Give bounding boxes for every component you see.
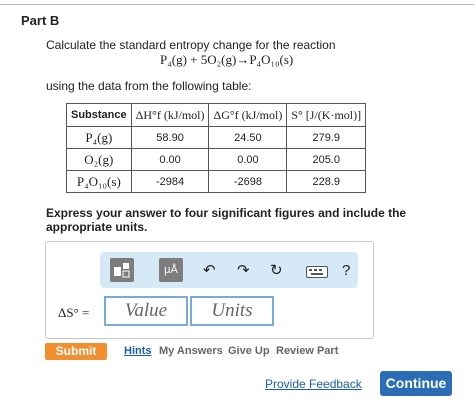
- gibbs-cell: -2698: [208, 170, 288, 193]
- gibbs-cell: 0.00: [208, 148, 288, 171]
- hints-link[interactable]: Hints: [124, 345, 152, 357]
- table-row: O₂(g) 0.00 0.00 205.0: [66, 148, 367, 171]
- column-header: ΔH°f (kJ/mol): [130, 103, 210, 127]
- units-label: μÅ: [164, 264, 178, 276]
- provide-feedback-link[interactable]: Provide Feedback: [265, 377, 362, 391]
- substance-cell: P₄O₁₀(s): [66, 170, 132, 193]
- answer-instructions: Express your answer to four significant …: [46, 206, 407, 234]
- part-title: Part B: [21, 13, 60, 28]
- template-icon: [114, 263, 130, 278]
- entropy-cell: 228.9: [286, 170, 367, 193]
- top-divider: [0, 4, 474, 5]
- enthalpy-cell: 0.00: [130, 148, 210, 171]
- submit-button[interactable]: Submit: [45, 343, 107, 360]
- reset-icon[interactable]: ↻: [270, 262, 283, 280]
- table-row: P₄(g) 58.90 24.50 279.9: [66, 126, 367, 149]
- question-prompt: Calculate the standard entropy change fo…: [46, 38, 336, 52]
- template-button[interactable]: [110, 258, 134, 282]
- entropy-cell: 205.0: [286, 148, 367, 171]
- enthalpy-cell: 58.90: [130, 126, 210, 149]
- undo-icon[interactable]: ↶: [203, 262, 216, 280]
- table-header-row: Substance ΔH°f (kJ/mol) ΔG°f (kJ/mol) S°…: [66, 103, 367, 127]
- give-up-link[interactable]: Give Up: [228, 345, 270, 357]
- column-header: ΔG°f (kJ/mol): [208, 103, 288, 127]
- enthalpy-cell: -2984: [130, 170, 210, 193]
- column-header: Substance: [66, 103, 132, 127]
- units-input[interactable]: Units: [190, 296, 274, 326]
- units-button[interactable]: μÅ: [159, 258, 183, 282]
- answer-label: ΔS° =: [58, 305, 90, 320]
- column-header: S° [J/(K·mol)]: [286, 103, 367, 127]
- review-part-link[interactable]: Review Part: [276, 345, 338, 357]
- substance-cell: O₂(g): [66, 148, 132, 171]
- keyboard-icon[interactable]: [306, 266, 328, 281]
- entropy-cell: 279.9: [286, 126, 367, 149]
- table-intro: using the data from the following table:: [46, 79, 252, 93]
- continue-button[interactable]: Continue: [380, 371, 452, 396]
- data-table: Substance ΔH°f (kJ/mol) ΔG°f (kJ/mol) S°…: [66, 103, 367, 193]
- value-input[interactable]: Value: [104, 296, 188, 326]
- gibbs-cell: 24.50: [208, 126, 288, 149]
- redo-icon[interactable]: ↷: [237, 262, 250, 280]
- help-button[interactable]: ?: [342, 262, 350, 280]
- table-row: P₄O₁₀(s) -2984 -2698 228.9: [66, 170, 367, 193]
- my-answers-link[interactable]: My Answers: [159, 345, 223, 357]
- substance-cell: P₄(g): [66, 126, 132, 149]
- reaction-equation: P₄(g) + 5O₂(g)→P₄O₁₀(s): [160, 52, 294, 67]
